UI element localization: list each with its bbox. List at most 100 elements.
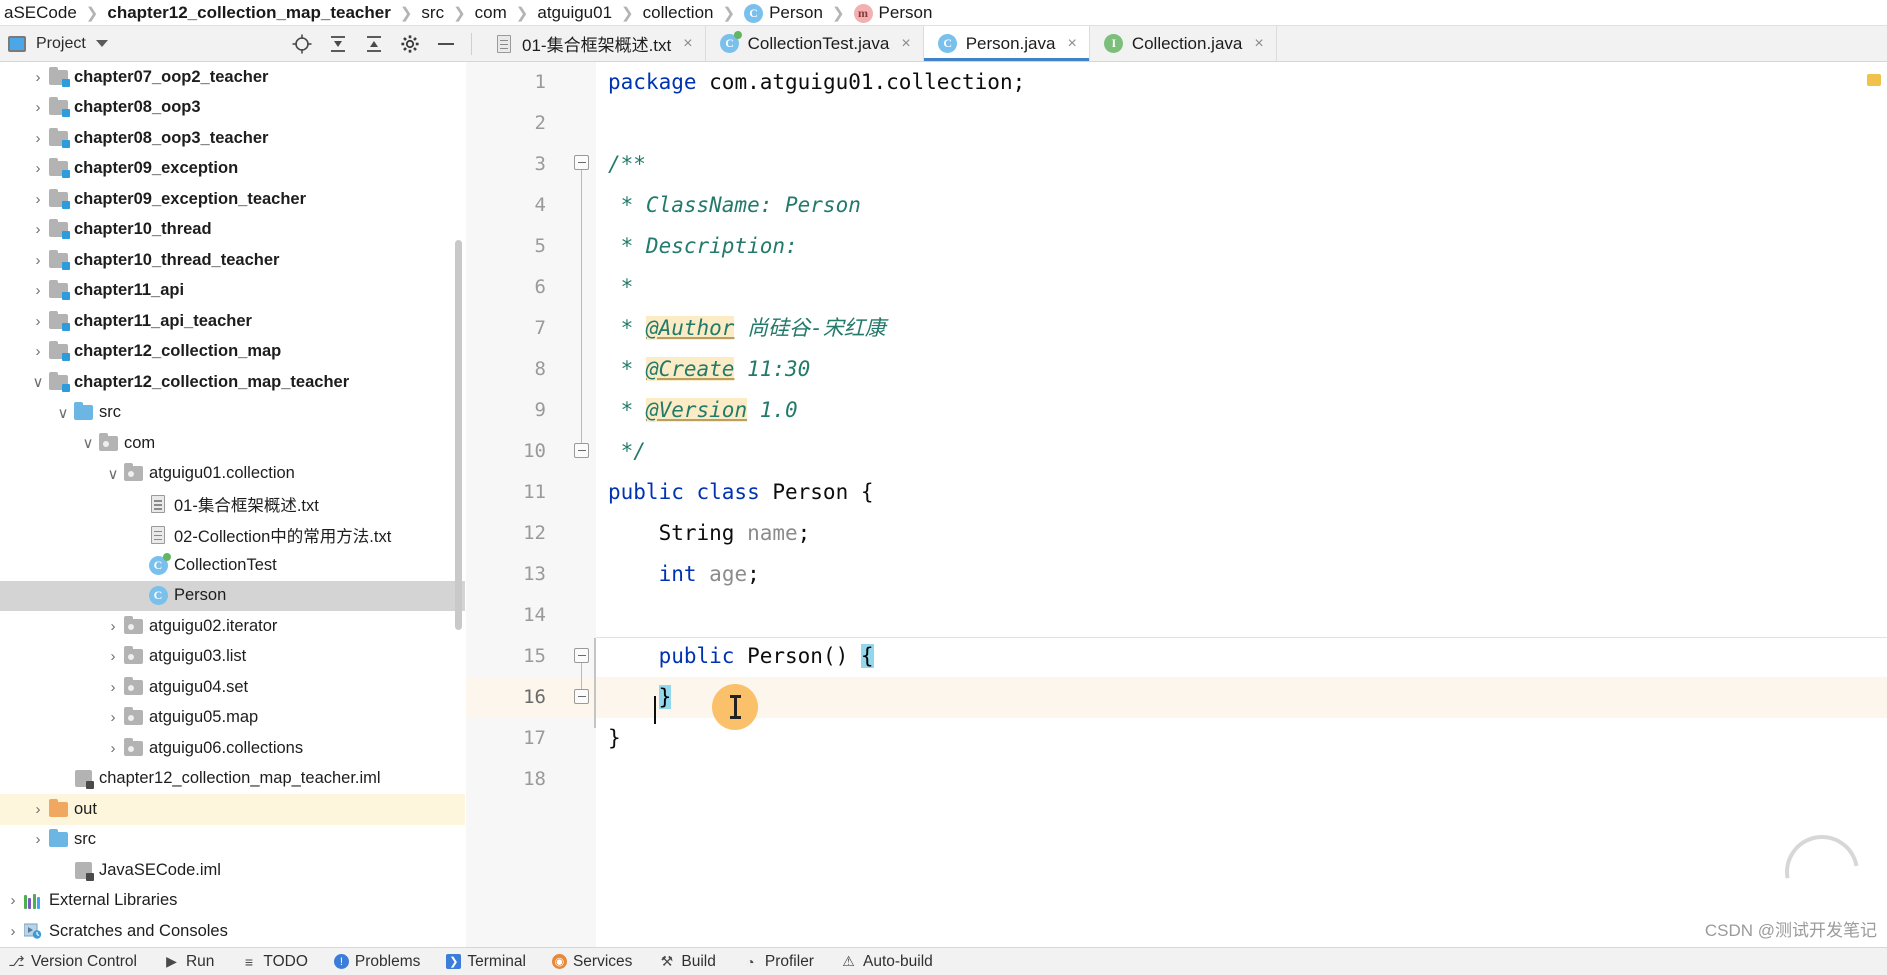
status-bar-item-services[interactable]: ◉ Services xyxy=(551,953,632,971)
tree-node-javasecode.iml[interactable]: JavaSECode.iml xyxy=(0,855,465,886)
locate-in-tree-icon[interactable] xyxy=(291,33,313,55)
tree-node-src[interactable]: › src xyxy=(0,825,465,856)
editor-warning-stripe[interactable] xyxy=(1867,74,1881,86)
editor-tab-person-java[interactable]: C Person.java × xyxy=(923,26,1090,61)
chevron-right-icon[interactable]: › xyxy=(104,648,122,665)
chevron-right-icon[interactable]: › xyxy=(29,130,47,147)
chevron-right-icon[interactable]: › xyxy=(104,618,122,635)
chevron-right-icon[interactable]: › xyxy=(29,282,47,299)
code-line-7[interactable]: 7 * @Author 尚硅谷-宋红康 xyxy=(466,308,1887,349)
chevron-right-icon[interactable]: › xyxy=(29,99,47,116)
chevron-right-icon[interactable]: › xyxy=(29,252,47,269)
code-lines[interactable]: 1 package com.atguigu01.collection; 2 3 /** 4… xyxy=(466,62,1887,975)
tree-node-person[interactable]: C Person xyxy=(0,580,465,611)
status-bar-item-terminal[interactable]: ❯ Terminal xyxy=(446,953,526,971)
code-line-11[interactable]: 11 public class Person { xyxy=(466,472,1887,513)
tree-node-external-libraries[interactable]: › External Libraries xyxy=(0,886,465,917)
tree-node-chapter12-collection-map-teacher[interactable]: ∨ chapter12_collection_map_teacher xyxy=(0,367,465,398)
status-bar-item-build[interactable]: ⚒ Build xyxy=(658,953,716,971)
tree-node-atguigu01.collection[interactable]: ∨ atguigu01.collection xyxy=(0,459,465,490)
chevron-down-icon[interactable]: ∨ xyxy=(29,373,47,391)
fold-marker-constructor-end[interactable] xyxy=(574,689,589,704)
tree-node-chapter11-api-teacher[interactable]: › chapter11_api_teacher xyxy=(0,306,465,337)
status-bar-item-auto-build[interactable]: ⚠ Auto-build xyxy=(840,953,933,971)
collapse-all-icon[interactable] xyxy=(363,33,385,55)
tree-node-02-collection-.txt[interactable]: 02-Collection中的常用方法.txt xyxy=(0,520,465,551)
tree-node-chapter10-thread-teacher[interactable]: › chapter10_thread_teacher xyxy=(0,245,465,276)
hide-toolwindow-icon[interactable] xyxy=(435,33,457,55)
code-line-17[interactable]: 17} xyxy=(466,718,1887,759)
breadcrumb-item-com[interactable]: com xyxy=(471,3,511,23)
chevron-down-icon[interactable]: ∨ xyxy=(104,465,122,483)
close-icon[interactable]: × xyxy=(901,35,910,53)
tree-node-atguigu06.collections[interactable]: › atguigu06.collections xyxy=(0,733,465,764)
status-bar-item-run[interactable]: ▶ Run xyxy=(163,953,214,971)
breadcrumb-item-src[interactable]: src xyxy=(417,3,448,23)
chevron-down-icon[interactable]: ∨ xyxy=(79,434,97,452)
code-line-2[interactable]: 2 xyxy=(466,103,1887,144)
chevron-right-icon[interactable]: › xyxy=(29,313,47,330)
fold-marker-constructor-start[interactable] xyxy=(574,648,589,663)
chevron-right-icon[interactable]: › xyxy=(29,160,47,177)
code-line-10[interactable]: 10 */ xyxy=(466,431,1887,472)
tree-node-chapter09-exception-teacher[interactable]: › chapter09_exception_teacher xyxy=(0,184,465,215)
breadcrumb-item-chapter12-collection-map-teacher[interactable]: chapter12_collection_map_teacher xyxy=(103,3,394,23)
code-editor[interactable]: 1 package com.atguigu01.collection; 2 3 /** 4… xyxy=(466,62,1887,975)
tree-node-chapter10-thread[interactable]: › chapter10_thread xyxy=(0,215,465,246)
code-line-6[interactable]: 6 * xyxy=(466,267,1887,308)
settings-gear-icon[interactable] xyxy=(399,33,421,55)
expand-all-icon[interactable] xyxy=(327,33,349,55)
tree-node-atguigu02.iterator[interactable]: › atguigu02.iterator xyxy=(0,611,465,642)
code-line-13[interactable]: 13 int age; xyxy=(466,554,1887,595)
tree-node-chapter08-oop3-teacher[interactable]: › chapter08_oop3_teacher xyxy=(0,123,465,154)
tree-node-atguigu03.list[interactable]: › atguigu03.list xyxy=(0,642,465,673)
chevron-right-icon[interactable]: › xyxy=(104,679,122,696)
status-bar-item-version-control[interactable]: ⎇ Version Control xyxy=(8,953,137,971)
tree-node-collectiontest[interactable]: C CollectionTest xyxy=(0,550,465,581)
chevron-down-icon[interactable] xyxy=(95,40,108,47)
code-line-9[interactable]: 9 * @Version 1.0 xyxy=(466,390,1887,431)
tree-node-chapter09-exception[interactable]: › chapter09_exception xyxy=(0,154,465,185)
code-line-16[interactable]: 16 } xyxy=(466,677,1887,718)
chevron-right-icon[interactable]: › xyxy=(29,831,47,848)
breadcrumb-item-person[interactable]: C Person xyxy=(740,3,827,23)
editor-tab-01-txt[interactable]: 01-集合框架概述.txt × xyxy=(480,26,706,61)
tree-node-com[interactable]: ∨ com xyxy=(0,428,465,459)
chevron-right-icon[interactable]: › xyxy=(104,740,122,757)
chevron-right-icon[interactable]: › xyxy=(29,69,47,86)
project-tree[interactable]: › chapter07_oop2_teacher › chapter08_oop3 › c… xyxy=(0,62,465,975)
chevron-right-icon[interactable]: › xyxy=(104,709,122,726)
tree-node-01-.txt[interactable]: 01-集合框架概述.txt xyxy=(0,489,465,520)
status-bar-item-profiler[interactable]: ◔ Profiler xyxy=(742,953,814,971)
tree-node-scratches-and-consoles[interactable]: › Scratches and Consoles xyxy=(0,916,465,947)
tree-node-atguigu05.map[interactable]: › atguigu05.map xyxy=(0,703,465,734)
chevron-right-icon[interactable]: › xyxy=(29,343,47,360)
tree-node-out[interactable]: › out xyxy=(0,794,465,825)
tree-node-chapter11-api[interactable]: › chapter11_api xyxy=(0,276,465,307)
code-line-12[interactable]: 12 String name; xyxy=(466,513,1887,554)
tree-node-chapter12-collection-map-teacher.iml[interactable]: chapter12_collection_map_teacher.iml xyxy=(0,764,465,795)
tree-node-src[interactable]: ∨ src xyxy=(0,398,465,429)
breadcrumb-item-asecode[interactable]: aSECode xyxy=(0,3,81,23)
code-line-1[interactable]: 1 package com.atguigu01.collection; xyxy=(466,62,1887,103)
project-tree-scrollbar[interactable] xyxy=(455,240,462,630)
breadcrumb-item-person[interactable]: m Person xyxy=(850,3,937,23)
breadcrumb-item-collection[interactable]: collection xyxy=(639,3,718,23)
chevron-right-icon[interactable]: › xyxy=(29,191,47,208)
editor-tab-collection-java[interactable]: I Collection.java × xyxy=(1089,26,1277,61)
close-icon[interactable]: × xyxy=(1254,35,1263,53)
close-icon[interactable]: × xyxy=(1067,35,1076,53)
breadcrumb-item-atguigu01[interactable]: atguigu01 xyxy=(533,3,616,23)
fold-marker-javadoc-start[interactable] xyxy=(574,155,589,170)
code-line-14[interactable]: 14 xyxy=(466,595,1887,636)
code-line-18[interactable]: 18 xyxy=(466,759,1887,800)
editor-tab-collectiontest-java[interactable]: C CollectionTest.java × xyxy=(705,26,924,61)
tree-node-chapter07-oop2-teacher[interactable]: › chapter07_oop2_teacher xyxy=(0,62,465,93)
close-icon[interactable]: × xyxy=(683,35,692,53)
code-line-3[interactable]: 3 /** xyxy=(466,144,1887,185)
chevron-down-icon[interactable]: ∨ xyxy=(54,404,72,422)
chevron-right-icon[interactable]: › xyxy=(4,923,22,940)
fold-marker-javadoc-end[interactable] xyxy=(574,443,589,458)
status-bar-item-problems[interactable]: ! Problems xyxy=(333,953,420,971)
tree-node-chapter12-collection-map[interactable]: › chapter12_collection_map xyxy=(0,337,465,368)
